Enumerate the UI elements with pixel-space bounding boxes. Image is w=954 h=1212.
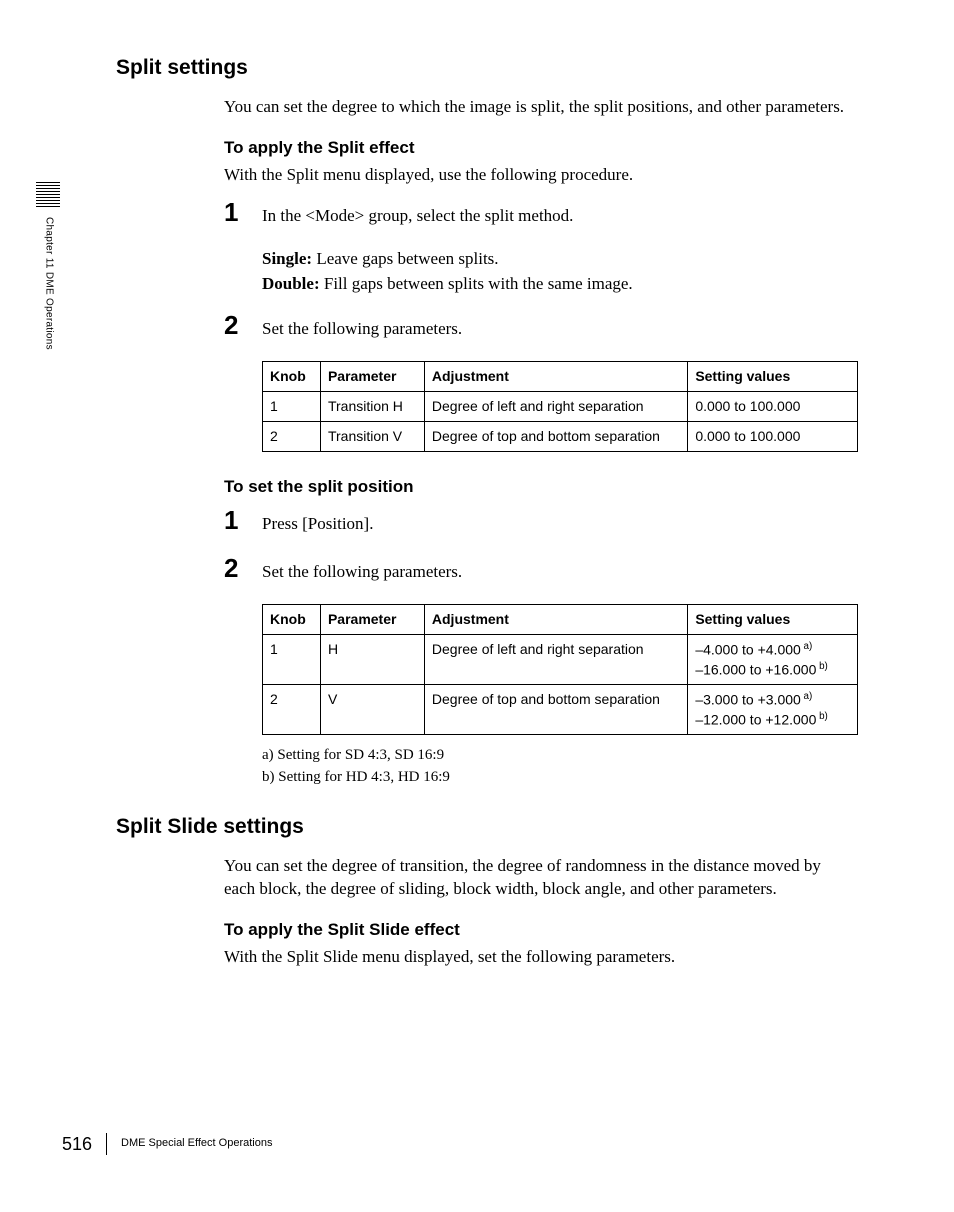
td-knob: 1 (263, 635, 321, 685)
th-setting: Setting values (688, 361, 858, 391)
td-adjustment: Degree of top and bottom separation (424, 685, 687, 735)
setting-line: –4.000 to +4.000 (695, 642, 801, 658)
step-number: 1 (224, 199, 262, 225)
page-footer: 516 DME Special Effect Operations (62, 1132, 272, 1156)
split-settings-intro: You can set the degree to which the imag… (224, 96, 856, 119)
td-setting: 0.000 to 100.000 (688, 391, 858, 421)
step-text: Set the following parameters. (262, 318, 856, 341)
table-row: 1 Transition H Degree of left and right … (263, 391, 858, 421)
mode-single-label: Single: (262, 249, 312, 268)
td-parameter: Transition H (320, 391, 424, 421)
step-text: In the <Mode> group, select the split me… (262, 205, 856, 228)
page-content: Split settings You can set the degree to… (116, 54, 856, 981)
apply-split-lead: With the Split menu displayed, use the f… (224, 164, 856, 187)
td-knob: 2 (263, 421, 321, 451)
th-knob: Knob (263, 605, 321, 635)
th-adjustment: Adjustment (424, 361, 687, 391)
split-slide-heading: Split Slide settings (116, 813, 856, 841)
setting-line: –12.000 to +12.000 (695, 712, 816, 728)
footnote-b: b) Setting for HD 4:3, HD 16:9 (262, 767, 856, 787)
mode-options: Single: Leave gaps between splits. Doubl… (262, 248, 856, 296)
th-knob: Knob (263, 361, 321, 391)
set-position-step-1: 1 Press [Position]. (224, 507, 856, 546)
footer-title: DME Special Effect Operations (121, 1136, 272, 1151)
setting-sup: a) (801, 691, 812, 702)
mode-double-text: Fill gaps between splits with the same i… (320, 274, 633, 293)
td-adjustment: Degree of left and right separation (424, 391, 687, 421)
td-parameter: H (320, 635, 424, 685)
step-text: Press [Position]. (262, 513, 856, 536)
mode-double-label: Double: (262, 274, 320, 293)
footer-divider (106, 1133, 107, 1155)
page-number: 516 (62, 1132, 92, 1156)
setting-line: –3.000 to +3.000 (695, 692, 801, 708)
apply-split-slide-heading: To apply the Split Slide effect (224, 919, 856, 942)
setting-sup: a) (801, 641, 812, 652)
position-parameters-table: Knob Parameter Adjustment Setting values… (262, 604, 858, 735)
step-number: 2 (224, 312, 262, 338)
td-knob: 2 (263, 685, 321, 735)
td-setting: 0.000 to 100.000 (688, 421, 858, 451)
step-text: Set the following parameters. (262, 561, 856, 584)
td-parameter: V (320, 685, 424, 735)
apply-split-slide-lead: With the Split Slide menu displayed, set… (224, 946, 856, 969)
table-header-row: Knob Parameter Adjustment Setting values (263, 361, 858, 391)
table-row: 1 H Degree of left and right separation … (263, 635, 858, 685)
setting-sup: b) (816, 661, 827, 672)
mode-single-text: Leave gaps between splits. (312, 249, 498, 268)
chapter-side-label: Chapter 11 DME Operations (42, 217, 56, 350)
apply-split-step-1: 1 In the <Mode> group, select the split … (224, 199, 856, 238)
side-decoration: Chapter 11 DME Operations (36, 182, 60, 350)
td-adjustment: Degree of left and right separation (424, 635, 687, 685)
td-parameter: Transition V (320, 421, 424, 451)
td-knob: 1 (263, 391, 321, 421)
split-settings-heading: Split settings (116, 54, 856, 82)
step-number: 1 (224, 507, 262, 533)
set-split-position-heading: To set the split position (224, 476, 856, 499)
mode-single: Single: Leave gaps between splits. (262, 248, 856, 271)
set-position-step-2: 2 Set the following parameters. (224, 555, 856, 594)
footnotes: a) Setting for SD 4:3, SD 16:9 b) Settin… (262, 745, 856, 787)
th-parameter: Parameter (320, 361, 424, 391)
setting-line: –16.000 to +16.000 (695, 661, 816, 677)
table-row: 2 V Degree of top and bottom separation … (263, 685, 858, 735)
td-adjustment: Degree of top and bottom separation (424, 421, 687, 451)
setting-sup: b) (816, 711, 827, 722)
split-slide-intro: You can set the degree of transition, th… (224, 855, 856, 901)
split-parameters-table: Knob Parameter Adjustment Setting values… (262, 361, 858, 452)
th-adjustment: Adjustment (424, 605, 687, 635)
td-setting: –3.000 to +3.000 a) –12.000 to +12.000 b) (688, 685, 858, 735)
apply-split-heading: To apply the Split effect (224, 137, 856, 160)
td-setting: –4.000 to +4.000 a) –16.000 to +16.000 b) (688, 635, 858, 685)
table-row: 2 Transition V Degree of top and bottom … (263, 421, 858, 451)
footnote-a: a) Setting for SD 4:3, SD 16:9 (262, 745, 856, 765)
th-setting: Setting values (688, 605, 858, 635)
mode-double: Double: Fill gaps between splits with th… (262, 273, 856, 296)
side-lines-icon (36, 182, 60, 207)
th-parameter: Parameter (320, 605, 424, 635)
apply-split-step-2: 2 Set the following parameters. (224, 312, 856, 351)
step-number: 2 (224, 555, 262, 581)
table-header-row: Knob Parameter Adjustment Setting values (263, 605, 858, 635)
